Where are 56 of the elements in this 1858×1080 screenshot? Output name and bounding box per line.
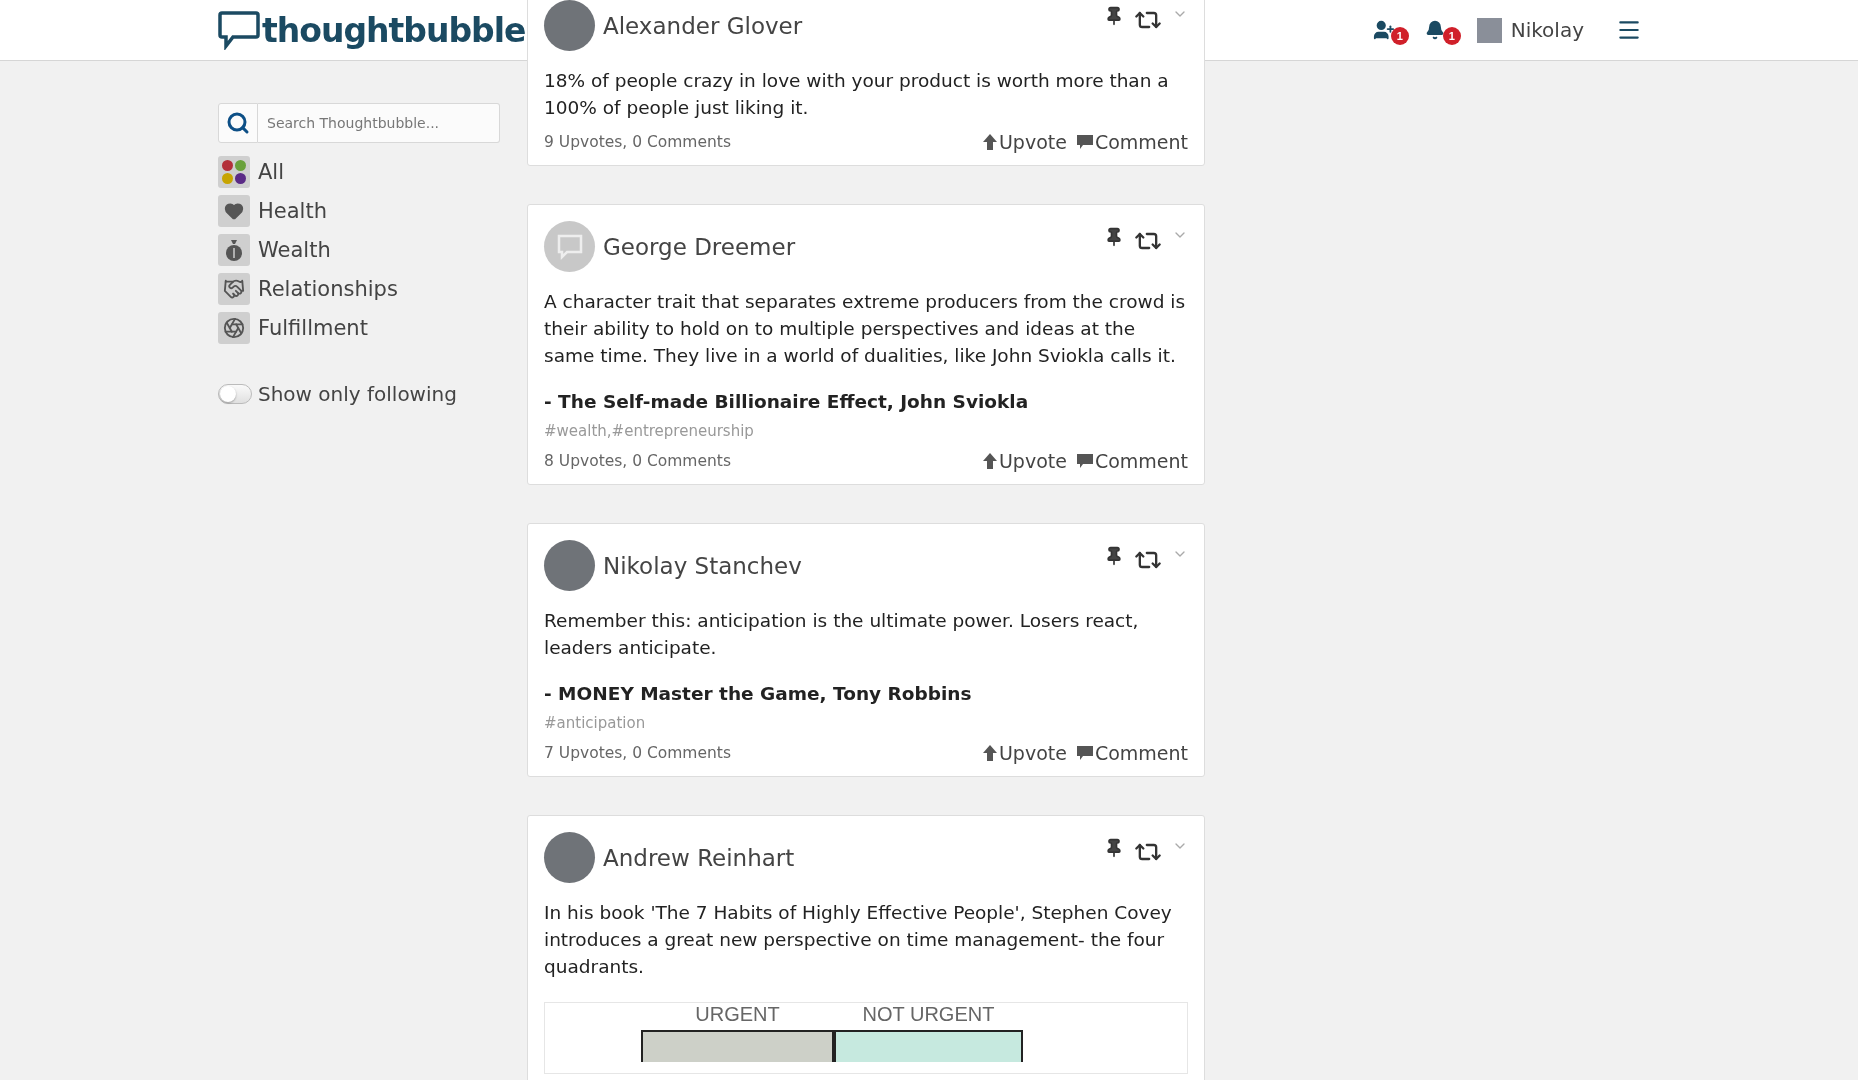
speech-bubble-icon — [1076, 745, 1093, 761]
category-link[interactable]: Health — [218, 195, 500, 227]
up-arrow-icon — [982, 134, 997, 150]
post-stats: 9 Upvotes, 0 Comments — [544, 133, 731, 151]
bell-icon — [1424, 20, 1445, 40]
post-text: A character trait that separates extreme producers from the crowd is their ability to hold on to multiple perspectives and ideas at the same time. They live in a world of dualities, like John Sviokla calls it. — [544, 290, 1187, 368]
comment-button[interactable]: Comment — [1076, 450, 1188, 472]
quote-source: - The Self-made Billionaire Effect, John Sviokla — [544, 391, 1030, 412]
search-field[interactable]: Search Thoughtbubble... — [258, 103, 500, 143]
four-dots-icon — [221, 159, 247, 185]
speech-bubble-icon — [1076, 134, 1093, 150]
author-name[interactable]: Nikolay Stanchev — [603, 552, 802, 579]
following-toggle[interactable] — [218, 384, 252, 404]
hashtags: #wealth,#entrepreneurship — [544, 422, 755, 440]
quote-source: - MONEY Master the Game, Tony Robbins — [544, 683, 973, 704]
comment-button[interactable]: Comment — [1076, 131, 1188, 153]
category-link[interactable]: All — [218, 156, 500, 188]
pin-button[interactable] — [1104, 6, 1124, 26]
friend-requests-button[interactable]: 1 — [1372, 15, 1407, 45]
post-text: Remember this: anticipation is the ultimate power. Losers react, leaders anticipate. — [544, 609, 1140, 660]
up-arrow-icon — [982, 453, 997, 469]
pin-button[interactable] — [1104, 838, 1124, 858]
category-link[interactable]: Fulfillment — [218, 312, 500, 344]
quadrant-label: URGENT — [694, 1003, 781, 1026]
pin-button[interactable] — [1104, 546, 1124, 566]
upvote-button[interactable]: Upvote — [982, 742, 1067, 764]
author-name[interactable]: Alexander Glover — [603, 12, 803, 39]
count-badge: 1 — [1442, 27, 1461, 45]
search-icon — [226, 111, 250, 135]
post-text: 18% of people crazy in love with your product is worth more than a 100% of people just liking it. — [544, 69, 1170, 120]
logo-text: thoughtbubble — [262, 10, 526, 50]
upvote-button[interactable]: Upvote — [982, 450, 1067, 472]
hashtags: #anticipation — [544, 714, 647, 732]
upvote-button[interactable]: Upvote — [982, 131, 1067, 153]
post-stats: 8 Upvotes, 0 Comments — [544, 452, 731, 470]
category-link[interactable]: Relationships — [218, 273, 500, 305]
category-link[interactable]: Wealth — [218, 234, 500, 266]
quadrant-label: NOT URGENT — [861, 1003, 996, 1026]
add-user-icon — [1372, 19, 1395, 41]
post-text: In his book 'The 7 Habits of Highly Effective People', Stephen Covey introduces a great new perspective on time management- the four quadrants. — [544, 901, 1173, 979]
user-menu-link[interactable]: Nikolay — [1476, 17, 1584, 43]
avatar-image — [1476, 17, 1502, 43]
search-button[interactable] — [218, 103, 258, 143]
up-arrow-icon — [982, 745, 997, 761]
post-stats: 7 Upvotes, 0 Comments — [544, 744, 731, 762]
comment-button[interactable]: Comment — [1076, 742, 1188, 764]
author-name[interactable]: Andrew Reinhart — [603, 844, 795, 871]
count-badge: 1 — [1390, 27, 1409, 45]
money-bag-icon — [225, 239, 243, 261]
toggle-label: Show only following — [258, 382, 457, 406]
speech-bubble-icon — [1076, 453, 1093, 469]
pin-button[interactable] — [1104, 227, 1124, 247]
handshake-icon — [223, 278, 245, 300]
speech-bubble-logo-icon — [218, 10, 260, 50]
notifications-button[interactable]: 1 — [1424, 15, 1459, 45]
author-name[interactable]: George Dreemer — [603, 233, 796, 260]
